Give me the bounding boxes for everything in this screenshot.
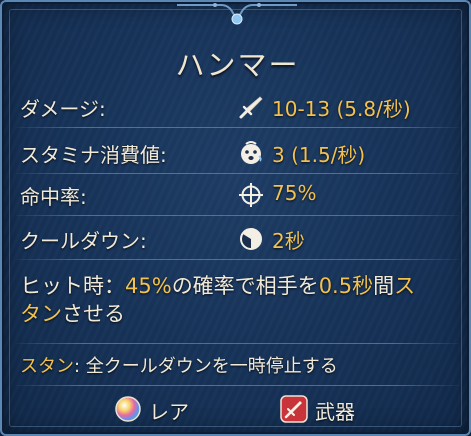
effect-chance: 45% xyxy=(125,274,172,298)
stat-row-cooldown: クールダウン: 2秒 xyxy=(2,221,471,257)
effect-status-keyword: ス xyxy=(394,274,416,298)
crosshair-icon xyxy=(239,183,263,207)
note-keyword: スタン xyxy=(20,356,74,377)
stat-row-damage: ダメージ: 10-13 (5.8/秒) xyxy=(2,89,471,125)
stat-label: 命中率: xyxy=(20,185,87,209)
item-tooltip-panel: ハンマー ダメージ: 10-13 (5.8/秒) スタミナ消費値: 3 (1.5… xyxy=(0,0,471,436)
sword-icon xyxy=(239,96,263,119)
divider xyxy=(16,215,459,216)
effect-text: の確率で相手を xyxy=(171,274,319,298)
divider xyxy=(16,385,459,386)
stat-row-accuracy: 命中率: 75% xyxy=(2,177,471,213)
effect-duration: 0.5秒 xyxy=(318,274,374,298)
stat-value: 2秒 xyxy=(272,229,305,253)
stat-row-stamina: スタミナ消費値: 3 (1.5/秒) xyxy=(2,135,471,171)
stat-value: 10-13 (5.8/秒) xyxy=(272,97,411,121)
divider xyxy=(16,173,459,174)
effect-status-keyword: タン xyxy=(20,302,62,326)
cooldown-icon xyxy=(240,228,262,250)
effect-prefix: ヒット時： xyxy=(20,274,125,298)
effect-text: 間 xyxy=(373,274,395,298)
on-hit-effect-text: ヒット時：45%の確率で相手を0.5秒間スタンさせる xyxy=(20,272,460,328)
keyword-note: スタン: 全クールダウンを一時停止する xyxy=(20,352,338,378)
stat-label: スタミナ消費値: xyxy=(20,143,167,167)
note-text: : 全クールダウンを一時停止する xyxy=(74,356,338,377)
stamina-face-icon xyxy=(241,141,262,164)
item-name: ハンマー xyxy=(175,48,300,82)
top-ornament-icon xyxy=(177,3,297,25)
stat-value: 75% xyxy=(272,181,317,205)
divider xyxy=(16,343,459,344)
rarity-label: レア xyxy=(149,400,189,424)
stat-label: クールダウン: xyxy=(20,229,147,253)
rainbow-orb-icon xyxy=(115,396,141,422)
divider xyxy=(16,259,459,260)
stat-label: ダメージ: xyxy=(20,97,106,121)
divider xyxy=(16,127,459,128)
stat-value: 3 (1.5/秒) xyxy=(272,143,366,167)
weapon-badge-icon xyxy=(280,395,308,423)
category-label: 武器 xyxy=(315,400,355,424)
effect-suffix: させる xyxy=(62,302,125,326)
